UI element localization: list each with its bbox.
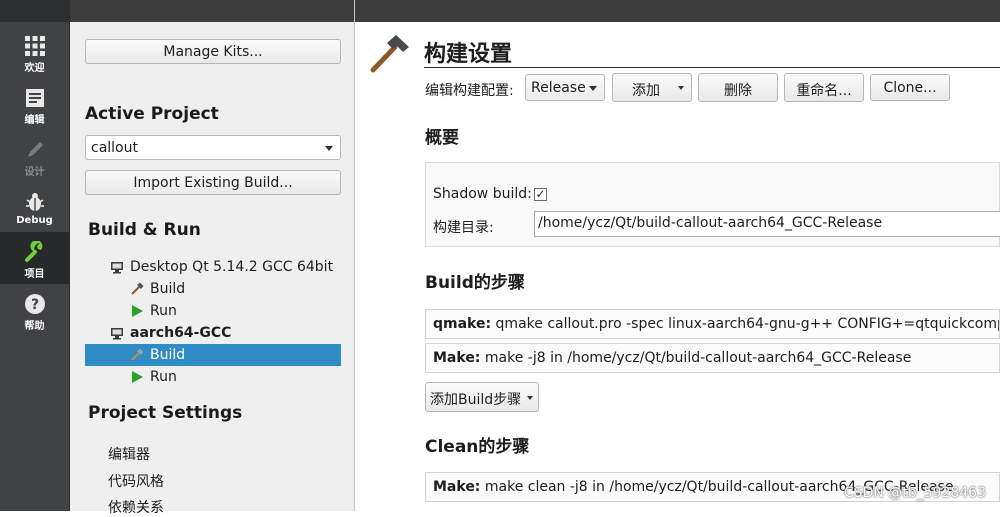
project-selector-value: callout xyxy=(91,140,138,156)
run-icon xyxy=(132,371,143,383)
step-tool: Make: xyxy=(433,350,481,366)
kit-aarch64[interactable]: aarch64-GCC xyxy=(110,325,231,341)
mode-edit[interactable]: 编辑 xyxy=(0,78,69,130)
clean-steps-heading: Clean的步骤 xyxy=(425,437,530,457)
bug-icon xyxy=(25,193,44,211)
mode-bar-top-strip xyxy=(0,0,69,22)
build-steps-heading: Build的步骤 xyxy=(425,273,525,293)
mode-label: 项目 xyxy=(24,269,45,280)
page-title: 构建设置 xyxy=(424,42,513,67)
build-dir-input[interactable]: /home/ycz/Qt/build-callout-aarch64_GCC-R… xyxy=(534,211,1000,237)
check-icon: ✓ xyxy=(535,187,546,201)
settings-item-dependencies[interactable]: 依赖关系 xyxy=(108,497,164,517)
mode-design[interactable]: 设计 xyxy=(0,130,69,182)
mode-label: 设计 xyxy=(24,167,45,178)
kit-name: Desktop Qt 5.14.2 GCC 64bit xyxy=(130,259,334,275)
mode-projects[interactable]: 项目 xyxy=(0,232,69,284)
selected-row-highlight xyxy=(85,344,341,366)
run-label: Run xyxy=(150,369,177,385)
settings-item-code-style[interactable]: 代码风格 xyxy=(108,471,164,491)
add-config-button[interactable]: 添加 xyxy=(612,73,692,102)
mode-welcome[interactable]: 欢迎 xyxy=(0,26,69,78)
kit-aarch64-build[interactable]: Build xyxy=(130,347,185,363)
import-existing-build-button[interactable]: Import Existing Build... xyxy=(85,170,341,195)
mode-label: 编辑 xyxy=(24,115,45,126)
svg-text:?: ? xyxy=(30,297,38,313)
chevron-down-icon xyxy=(589,86,597,91)
add-build-step-button[interactable]: 添加Build步骤 xyxy=(425,382,539,412)
build-config-value: Release xyxy=(531,80,586,96)
step-command: make -j8 in /home/ycz/Qt/build-callout-a… xyxy=(484,350,912,366)
hammer-icon xyxy=(370,35,409,73)
grid-icon xyxy=(24,36,45,56)
run-label: Run xyxy=(150,303,177,319)
mode-label: 欢迎 xyxy=(24,63,45,74)
manage-kits-button[interactable]: Manage Kits... xyxy=(85,39,341,64)
build-run-heading: Build & Run xyxy=(88,220,201,240)
edit-document-icon xyxy=(25,89,44,107)
kit-desktop-build[interactable]: Build xyxy=(130,281,185,297)
step-tool: qmake: xyxy=(433,316,492,332)
run-icon xyxy=(132,305,143,317)
project-settings-heading: Project Settings xyxy=(88,403,243,423)
wrench-icon xyxy=(24,241,42,262)
shadow-build-checkbox[interactable]: ✓ xyxy=(534,188,547,201)
chevron-down-icon xyxy=(678,86,684,90)
kit-desktop[interactable]: Desktop Qt 5.14.2 GCC 64bit xyxy=(110,259,333,275)
build-label: Build xyxy=(150,347,186,363)
clone-config-button[interactable]: Clone... xyxy=(870,74,950,101)
title-divider xyxy=(424,67,1000,68)
settings-item-editor[interactable]: 编辑器 xyxy=(108,444,150,464)
add-config-label: 添加 xyxy=(632,83,660,99)
step-tool: Make: xyxy=(433,479,481,495)
chevron-down-icon xyxy=(325,146,333,151)
kit-name: aarch64-GCC xyxy=(130,325,232,341)
project-selector[interactable]: callout xyxy=(85,135,341,160)
build-dir-label: 构建目录: xyxy=(433,220,494,236)
kit-aarch64-run[interactable]: Run xyxy=(130,369,177,385)
build-config-select[interactable]: Release xyxy=(525,74,605,101)
project-pane-top-strip xyxy=(70,0,354,22)
edit-config-label: 编辑构建配置: xyxy=(425,83,514,99)
step-command: qmake callout.pro -spec linux-aarch64-gn… xyxy=(495,316,1000,332)
build-step-qmake[interactable]: qmake: qmake callout.pro -spec linux-aar… xyxy=(425,309,1000,339)
project-pane: Manage Kits... Active Project callout Im… xyxy=(69,0,355,516)
monitor-icon xyxy=(111,327,123,339)
kit-desktop-run[interactable]: Run xyxy=(130,303,177,319)
active-project-heading: Active Project xyxy=(85,104,219,124)
main-top-strip xyxy=(355,0,1000,22)
mode-label: Debug xyxy=(16,215,53,226)
pencil-icon xyxy=(27,142,43,157)
mode-label: 帮助 xyxy=(24,321,45,332)
build-step-make[interactable]: Make: make -j8 in /home/ycz/Qt/build-cal… xyxy=(425,343,1000,373)
monitor-icon xyxy=(111,261,123,273)
delete-config-button[interactable]: 删除 xyxy=(698,73,778,102)
watermark: CSDN @tb_5928463 xyxy=(843,485,986,501)
rename-config-button[interactable]: 重命名... xyxy=(784,73,864,102)
hammer-icon xyxy=(131,282,144,295)
build-label: Build xyxy=(150,281,186,297)
build-settings-panel: 构建设置 编辑构建配置: Release 添加 删除 重命名... Clone.… xyxy=(355,0,1000,511)
overview-heading: 概要 xyxy=(425,128,459,148)
mode-debug[interactable]: Debug xyxy=(0,182,69,234)
add-build-step-label: 添加Build步骤 xyxy=(430,392,522,408)
mode-help[interactable]: ? 帮助 xyxy=(0,284,69,336)
help-icon: ? xyxy=(24,294,45,314)
chevron-down-icon xyxy=(527,396,533,400)
hammer-icon xyxy=(131,348,144,361)
mode-bar: 欢迎 编辑 设计 Debug 项目 ? 帮助 xyxy=(0,0,69,511)
overview-box: Shadow build: ✓ 构建目录: /home/ycz/Qt/build… xyxy=(425,162,1000,247)
shadow-build-label: Shadow build: xyxy=(433,186,532,202)
